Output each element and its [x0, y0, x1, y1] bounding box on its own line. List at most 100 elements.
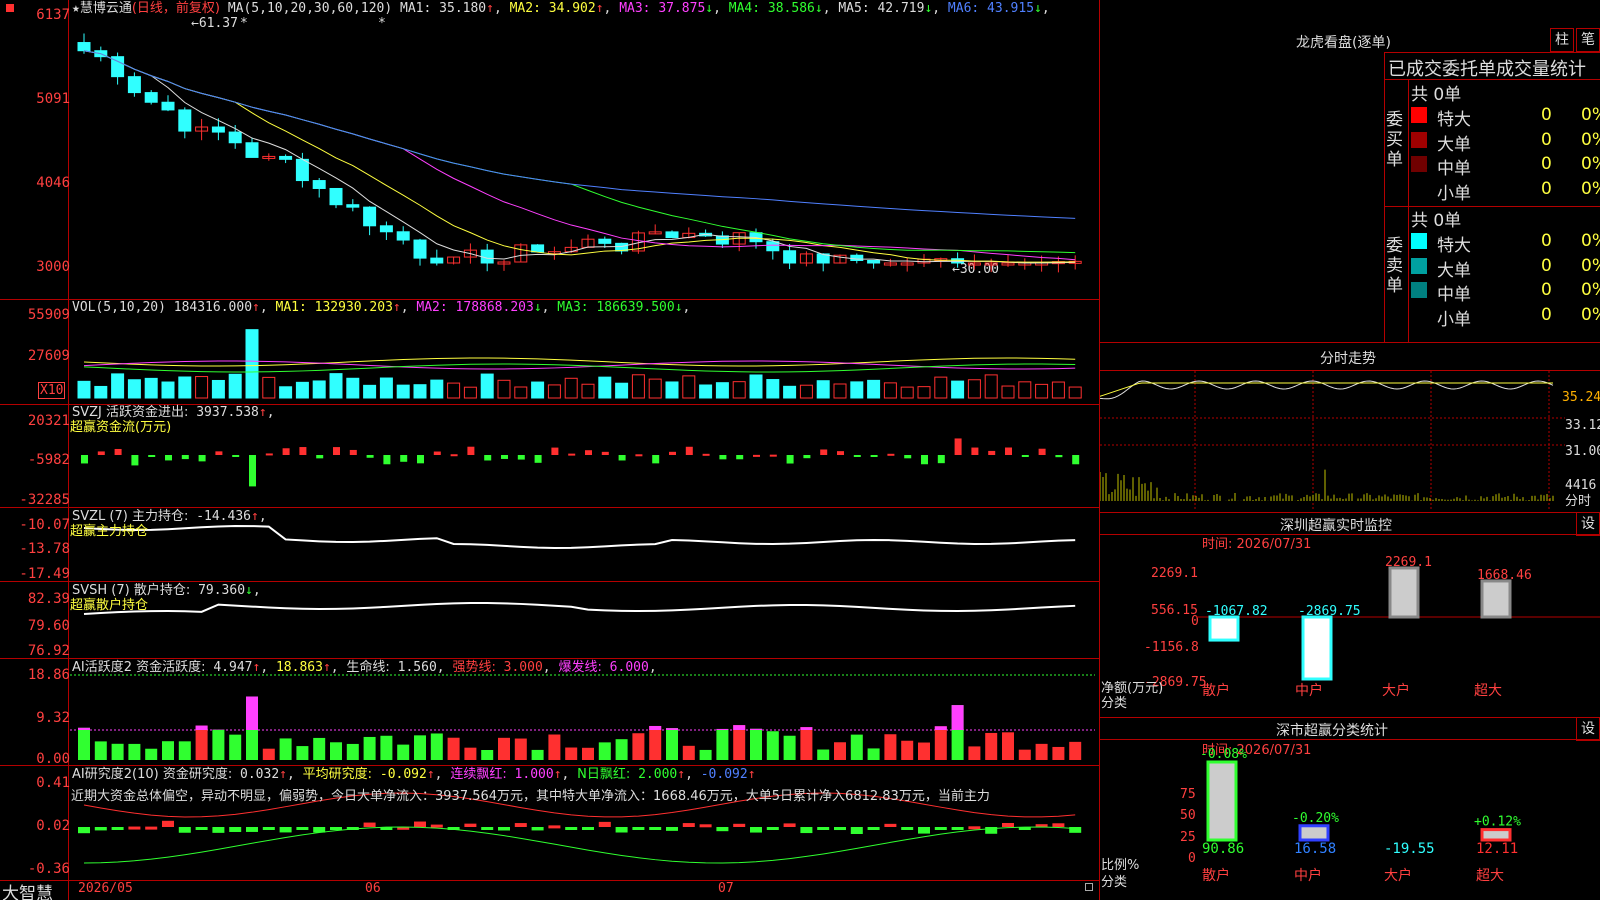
volume-bar [749, 374, 763, 399]
fund-flow-bar [585, 450, 592, 455]
research-bar [598, 821, 611, 827]
volume-bar [1018, 381, 1032, 399]
candle-body [850, 254, 864, 261]
candle-body [77, 42, 91, 52]
activity-bar-peak [195, 725, 208, 730]
research-bar [582, 827, 594, 830]
sell-total: 共 0单 [1411, 211, 1462, 231]
monitor-bar-label: 大户 [1382, 682, 1410, 699]
intraday-label: 4416 [1565, 478, 1597, 493]
activity-bar-peak [951, 705, 964, 730]
activity-bar [94, 741, 107, 760]
fund-flow-bar [282, 448, 290, 455]
candle-body [363, 206, 377, 227]
research-bar [615, 827, 628, 833]
intraday-label: 33.12 [1565, 418, 1600, 433]
fund-flow-bar [786, 455, 794, 464]
classify-bar-pct: -0.08% [1200, 747, 1247, 762]
order-stat-row: 特大00% [1411, 105, 1600, 130]
buy-side-label: 委买单 [1386, 110, 1403, 170]
svzl-axis-label: -13.78 [19, 541, 70, 557]
fund-flow-bar [450, 454, 458, 457]
activity-bar [313, 737, 326, 760]
activity-bar [346, 743, 359, 760]
research-bar [699, 824, 712, 828]
bar-mode-button[interactable]: 柱 [1550, 28, 1574, 52]
candle-body [665, 231, 679, 239]
svzj-axis-label: 20321 [27, 413, 70, 429]
research-bar [850, 827, 863, 834]
tick-mode-button[interactable]: 笔 [1576, 28, 1600, 52]
activity-bar [397, 744, 410, 760]
divider [1384, 52, 1600, 53]
volume-bar [682, 375, 696, 399]
ai1-axis-label: 0.00 [36, 751, 70, 767]
ma-indicator: MA1: 132930.203↑ [275, 300, 401, 315]
activity-bar [229, 734, 242, 760]
research-bar [918, 827, 930, 834]
research-bar [750, 827, 762, 833]
xaxis-label: 06 [365, 881, 381, 896]
activity-bar-peak [800, 727, 813, 730]
monitor-bar-value: 2269.1 [1385, 555, 1432, 570]
volume-bar [312, 380, 326, 399]
fund-flow-bar [501, 455, 508, 459]
monitor-chart: -1067.82 散户 -2869.75 中户 2269.1 大户 1668.46 超大 [1196, 555, 1600, 699]
classify-bar-value: 12.11 [1476, 841, 1518, 857]
monitor-title: 深圳超赢实时监控 [1280, 518, 1392, 534]
volume-bar [1035, 383, 1049, 399]
volume-bar [396, 384, 410, 399]
activity-bar [901, 740, 914, 760]
svzj-subtitle: 超赢资金流(万元) [70, 420, 172, 435]
candle-body [312, 180, 326, 189]
fund-flow-bar [837, 451, 844, 455]
lock-icon[interactable] [1085, 883, 1093, 891]
candle-body [329, 187, 343, 206]
svzj-axis-label: -32285 [19, 492, 70, 508]
research-bar [279, 827, 292, 833]
activity-bar [464, 747, 477, 760]
volume-bar [329, 373, 343, 399]
classify-settings-button[interactable]: 设 [1576, 717, 1600, 741]
fund-flow-bar [1072, 455, 1080, 465]
fund-flow-bar [1055, 455, 1063, 458]
activity-bar-peak [246, 696, 258, 730]
research-bar [531, 827, 544, 831]
volume-bar [867, 379, 881, 399]
activity-bar [414, 735, 426, 760]
candle-body [531, 244, 545, 253]
candle-body [480, 249, 494, 264]
research-bar [934, 827, 947, 830]
research-bar [548, 825, 561, 829]
fund-flow-bar [215, 451, 223, 455]
activity-bar [195, 725, 208, 760]
fund-flow-bar [1005, 447, 1012, 455]
activity-bar [363, 736, 376, 760]
fund-flow-bar [551, 447, 559, 455]
fund-flow-bar [148, 455, 156, 457]
vol-header: VOL(5,10,20) 184316.000↑, MA1: 132930.20… [72, 300, 691, 315]
classify-bar [1298, 824, 1330, 842]
stats-header: 已成交委托单成交量统计 [1388, 59, 1586, 80]
classify-bar-value: 90.86 [1202, 841, 1244, 857]
volume-bar [766, 379, 780, 399]
volume-bar [883, 382, 897, 399]
ma-line [83, 50, 1076, 261]
research-bar [901, 827, 914, 830]
volume-bar [665, 381, 679, 399]
svzj-header: SVZJ 活跃资金进出: 3937.538↑, [72, 405, 275, 420]
svsh-axis-label: 82.39 [27, 591, 70, 607]
ai-activity-header: AI活跃度2 资金活跃度: 4.947↑, 18.863↑, 生命线: 1.56… [72, 660, 657, 675]
svsh-axis-label: 79.60 [27, 618, 70, 634]
candle-body [245, 142, 259, 158]
classify-chart: -0.08% 90.86 散户 -0.20% 16.58 中户 -19.55 大户 +0.12%… [1200, 747, 1521, 884]
research-bar [481, 827, 494, 830]
svsh-subtitle: 超赢散户持仓 [70, 598, 149, 613]
monitor-settings-button[interactable]: 设 [1576, 512, 1600, 536]
classify-bar-value: 16.58 [1294, 841, 1336, 857]
order-stat-row: 特大00% [1411, 231, 1600, 256]
candle-body [161, 101, 175, 111]
classify-bar-pct: +0.12% [1474, 815, 1521, 830]
volume-bar [195, 376, 209, 399]
research-bar [716, 827, 729, 832]
